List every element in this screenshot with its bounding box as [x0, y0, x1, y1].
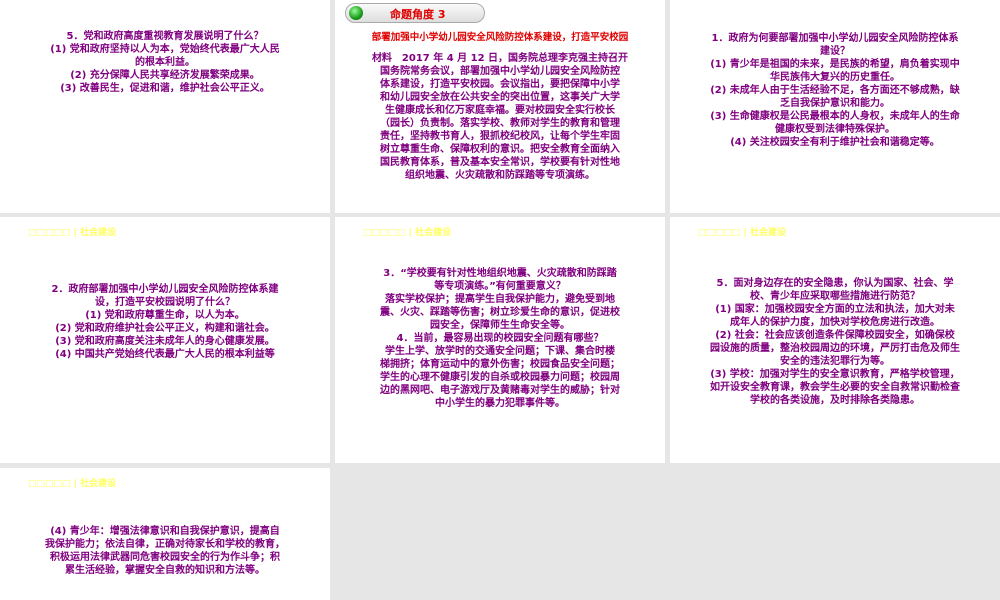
- slide-text: (4) 青少年：增强法律意识和自我保护意识，提高自 我保护能力；依法自律，正确对…: [45, 526, 285, 576]
- slide-text: 2．政府部署加强中小学幼儿园安全风险防控体系建 设，打造平安校园说明了什么？ (…: [51, 284, 279, 360]
- slide-text: 5．党和政府高度重视教育发展说明了什么？ (1) 党和政府坚持以人为本，党始终代…: [50, 31, 280, 94]
- slide-text: 1．政府为何要部署加强中小学幼儿园安全风险防控体系 建设？ (1) 青少年是祖国…: [710, 33, 960, 148]
- slide-thumbnail-3[interactable]: 1．政府为何要部署加强中小学幼儿园安全风险防控体系 建设？ (1) 青少年是祖国…: [670, 0, 1000, 213]
- slide-header: □□□□□ | 社会建设: [363, 228, 452, 238]
- slide-header: □□□□□ | 社会建设: [28, 228, 117, 238]
- topic-badge: 命题角度 3: [345, 3, 485, 23]
- slide-header: □□□□□ | 社会建设: [698, 228, 787, 238]
- slide-thumbnail-4[interactable]: □□□□□ | 社会建设 2．政府部署加强中小学幼儿园安全风险防控体系建 设，打…: [0, 217, 330, 463]
- slide-thumbnail-6[interactable]: □□□□□ | 社会建设 5．面对身边存在的安全隐患，你认为国家、社会、学 校、…: [670, 217, 1000, 463]
- slide-text: 3．“学校要有针对性地组织地震、火灾疏散和防踩踏 等专项演练。”有何重要意义？ …: [380, 268, 620, 409]
- slide-thumbnail-2[interactable]: 命题角度 3 部署加强中小学幼儿园安全风险防控体系建设，打造平安校园 材料 20…: [335, 0, 665, 213]
- green-bullet-icon: [349, 6, 363, 20]
- slide-text: 5．面对身边存在的安全隐患，你认为国家、社会、学 校、青少年应采取哪些措施进行防…: [710, 278, 960, 406]
- slide-title: 部署加强中小学幼儿园安全风险防控体系建设，打造平安校园: [371, 32, 629, 43]
- slide-thumbnail-5[interactable]: □□□□□ | 社会建设 3．“学校要有针对性地组织地震、火灾疏散和防踩踏 等专…: [335, 217, 665, 463]
- slide-thumbnail-1[interactable]: 5．党和政府高度重视教育发展说明了什么？ (1) 党和政府坚持以人为本，党始终代…: [0, 0, 330, 213]
- slide-header: □□□□□ | 社会建设: [28, 479, 117, 489]
- slide-thumbnail-7[interactable]: □□□□□ | 社会建设 (4) 青少年：增强法律意识和自我保护意识，提高自 我…: [0, 468, 330, 600]
- slide-text: 材料 2017 年 4 月 12 日，国务院总理李克强主持召开 国务院常务会议，…: [371, 53, 629, 181]
- topic-badge-label: 命题角度 3: [390, 8, 446, 21]
